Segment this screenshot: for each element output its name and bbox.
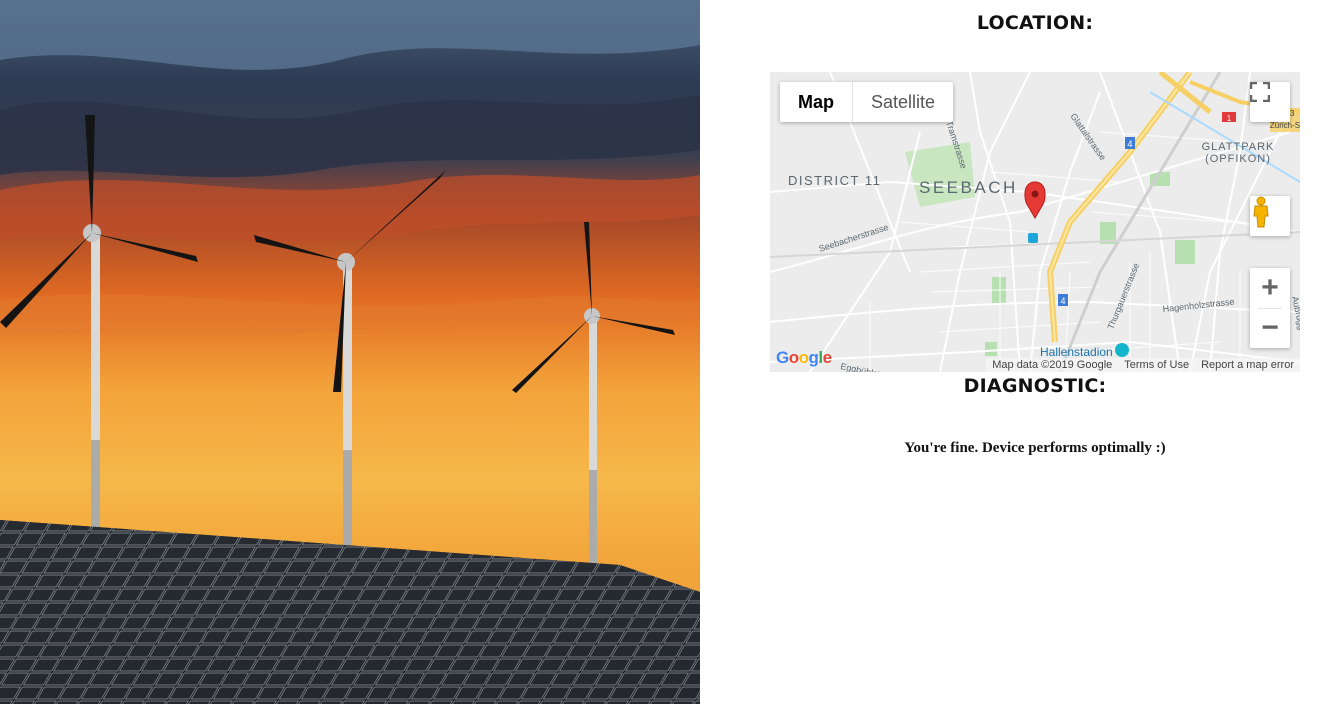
zoom-in-button[interactable]: + bbox=[1250, 268, 1290, 308]
svg-text:1: 1 bbox=[1227, 114, 1232, 123]
label-glattpark: GLATTPARK bbox=[1202, 141, 1275, 153]
zoom-out-button[interactable]: − bbox=[1250, 308, 1290, 348]
svg-text:Zürich-S: Zürich-S bbox=[1270, 121, 1300, 130]
svg-text:4: 4 bbox=[1127, 139, 1132, 149]
map-type-toggle: Map Satellite bbox=[780, 82, 954, 122]
terms-of-use-link[interactable]: Terms of Use bbox=[1118, 358, 1195, 372]
diagnostic-heading: DIAGNOSTIC: bbox=[963, 375, 1107, 397]
transit-icon bbox=[1028, 233, 1038, 243]
zoom-control: + − bbox=[1250, 268, 1290, 348]
report-map-error-link[interactable]: Report a map error bbox=[1195, 358, 1300, 372]
map-type-map-button[interactable]: Map bbox=[780, 82, 852, 122]
map-data-credit: Map data ©2019 Google bbox=[992, 359, 1113, 371]
details-panel: LOCATION: 4 4 1 63 Zürich-S DISTRICT 11 … bbox=[700, 0, 1320, 704]
diagnostic-message: You're fine. Device performs optimally :… bbox=[904, 440, 1166, 456]
location-heading: LOCATION: bbox=[976, 12, 1094, 34]
map-type-satellite-button[interactable]: Satellite bbox=[852, 82, 953, 122]
street-view-button[interactable] bbox=[1250, 196, 1290, 236]
google-logo[interactable]: Google bbox=[776, 348, 832, 368]
map-attribution: Map data ©2019 Google Terms of Use Repor… bbox=[986, 358, 1300, 372]
pegman-icon bbox=[1253, 196, 1269, 228]
fullscreen-icon bbox=[1250, 82, 1270, 102]
fullscreen-button[interactable] bbox=[1250, 82, 1290, 122]
label-hallenstadion: Hallenstadion bbox=[1040, 345, 1113, 359]
label-district: DISTRICT 11 bbox=[788, 173, 881, 188]
zoom-divider bbox=[1258, 308, 1282, 309]
venue-icon bbox=[1115, 343, 1129, 357]
hero-image bbox=[0, 0, 700, 704]
svg-text:4: 4 bbox=[1060, 296, 1065, 306]
map-embed[interactable]: 4 4 1 63 Zürich-S DISTRICT 11 SEEBACH GL… bbox=[770, 72, 1300, 372]
svg-text:(OPFIKON): (OPFIKON) bbox=[1205, 153, 1271, 165]
label-seebach: SEEBACH bbox=[919, 178, 1018, 197]
